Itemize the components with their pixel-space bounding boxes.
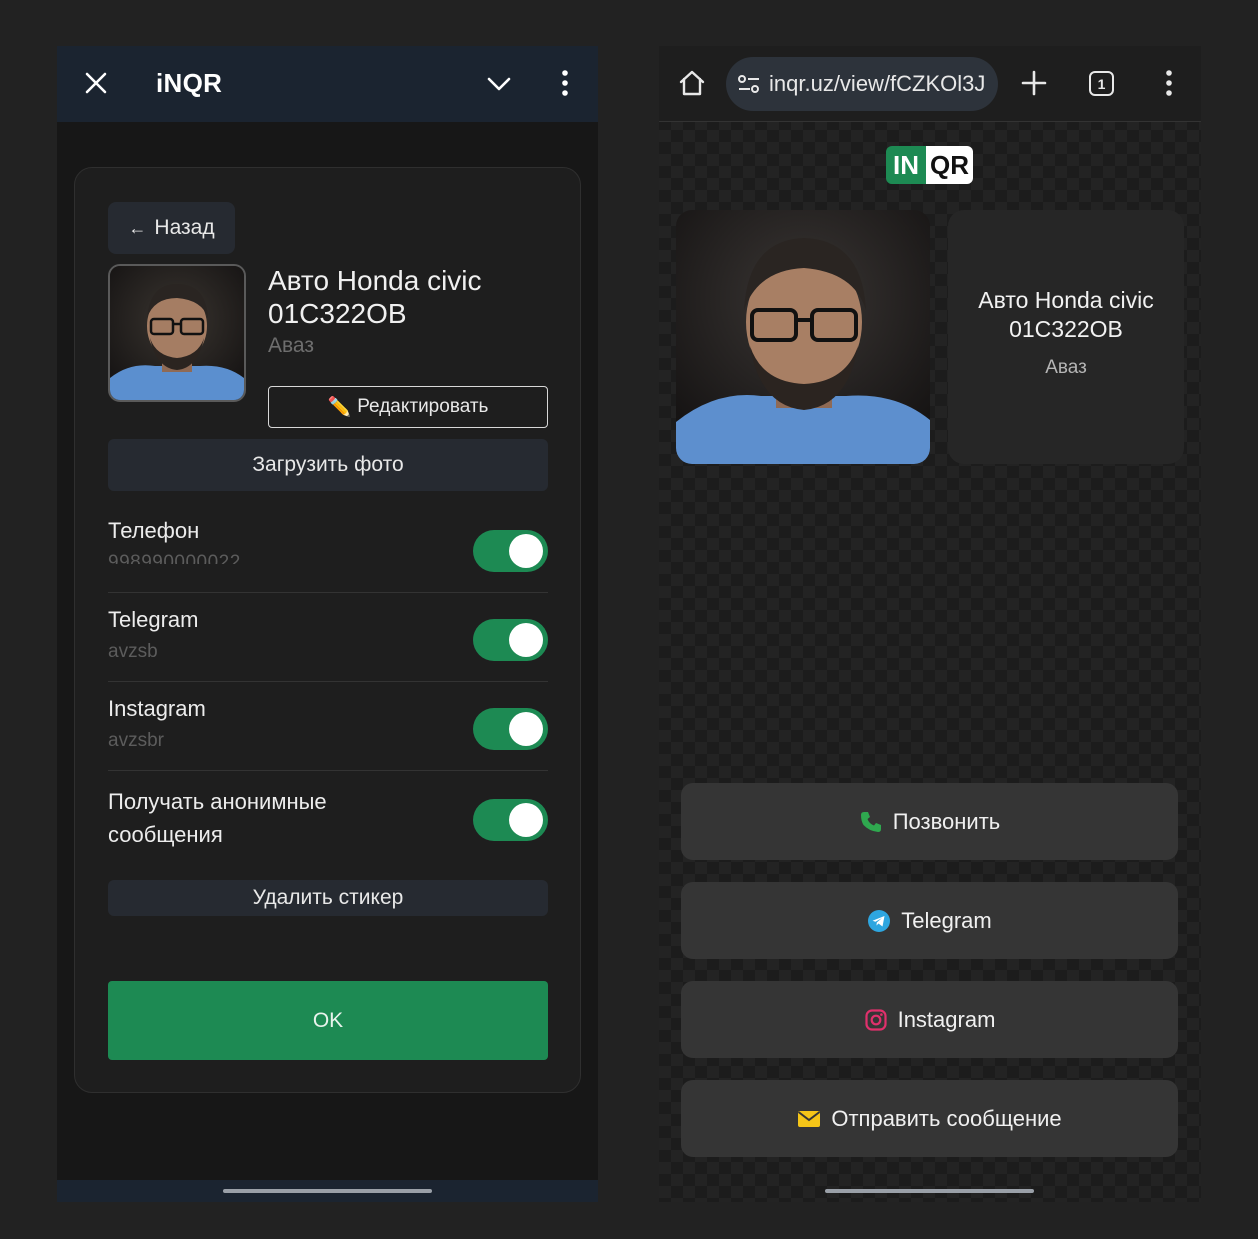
setting-value: 998990000022	[108, 552, 241, 564]
tune-icon[interactable]	[737, 73, 761, 95]
upload-photo-button[interactable]: Загрузить фото	[108, 439, 548, 491]
toggle-knob	[509, 623, 543, 657]
logo-part-qr: QR	[926, 146, 973, 184]
setting-label: Instagram	[108, 696, 206, 721]
profile-owner: Аваз	[1045, 357, 1087, 378]
instagram-icon	[864, 1008, 888, 1032]
edit-button[interactable]: ✏️ Редактировать	[268, 386, 548, 428]
back-label: Назад	[154, 216, 215, 239]
url-text: inqr.uz/view/fCZKOl3J	[769, 71, 986, 96]
action-label: Отправить сообщение	[831, 1105, 1062, 1131]
setting-row-phone: Телефон 998990000022	[108, 504, 548, 593]
app-title: iNQR	[156, 68, 223, 98]
call-button[interactable]: Позвонить	[681, 783, 1178, 860]
sticker-title: Авто Honda civic 01C322OB	[268, 265, 482, 329]
browser-screen-public-view: inqr.uz/view/fCZKOl3J 1 IN QR Авто Honda…	[659, 46, 1201, 1202]
toggle-knob	[509, 803, 543, 837]
setting-value: avzsbr	[108, 730, 164, 751]
back-button[interactable]: ← Назад	[108, 202, 235, 254]
telegram-icon	[867, 909, 891, 933]
setting-row-instagram: Instagram avzsbr	[108, 682, 548, 771]
anonymous-messages-toggle[interactable]	[473, 799, 548, 841]
sticker-owner: Аваз	[268, 334, 314, 357]
profile-info-card: Авто Honda civic 01C322OB Аваз	[948, 210, 1184, 464]
browser-toolbar: inqr.uz/view/fCZKOl3J 1	[659, 46, 1201, 122]
action-label: Telegram	[901, 907, 992, 933]
sticker-editor-card: ← Назад Авто Honda civic 01C322OB Аваз ✏…	[74, 167, 581, 1093]
setting-label: Получать анонимные сообщения	[108, 789, 327, 847]
setting-row-anonymous: Получать анонимные сообщения	[108, 771, 548, 866]
action-label: Instagram	[897, 1006, 996, 1032]
profile-photo	[676, 210, 930, 464]
home-indicator[interactable]	[223, 1189, 432, 1193]
telegram-button[interactable]: Telegram	[681, 882, 1178, 959]
phone-icon	[859, 810, 883, 834]
tab-switcher-button[interactable]: 1	[1089, 71, 1114, 96]
home-icon[interactable]	[677, 68, 707, 98]
toggle-knob	[509, 534, 543, 568]
home-indicator[interactable]	[825, 1189, 1034, 1193]
close-icon[interactable]	[81, 68, 111, 98]
inqr-logo: IN QR	[886, 146, 973, 184]
pencil-icon: ✏️	[327, 397, 352, 418]
setting-value: avzsb	[108, 641, 158, 662]
toggle-knob	[509, 712, 543, 746]
setting-label: Телефон	[108, 518, 200, 543]
telegram-toggle[interactable]	[473, 619, 548, 661]
back-arrow-icon: ←	[128, 217, 147, 238]
instagram-toggle[interactable]	[473, 708, 548, 750]
more-vert-icon[interactable]	[555, 68, 575, 98]
action-label: Позвонить	[892, 808, 1001, 834]
chevron-down-icon[interactable]	[485, 70, 513, 98]
app-screen-editor: iNQR ← Назад Авто Honda civic 01C322OB А…	[57, 46, 598, 1202]
edit-label: Редактировать	[357, 396, 489, 417]
delete-sticker-button[interactable]: Удалить стикер	[108, 880, 548, 916]
instagram-button[interactable]: Instagram	[681, 981, 1178, 1058]
phone-toggle[interactable]	[473, 530, 548, 572]
plus-icon[interactable]	[1019, 68, 1049, 98]
send-message-button[interactable]: Отправить сообщение	[681, 1080, 1178, 1157]
profile-title: Авто Honda civic 01C322OB	[978, 287, 1154, 342]
logo-part-in: IN	[886, 146, 926, 184]
envelope-icon	[797, 1107, 821, 1131]
more-vert-icon[interactable]	[1159, 68, 1179, 98]
setting-row-telegram: Telegram avzsb	[108, 593, 548, 682]
sticker-photo	[108, 264, 246, 402]
app-bar: iNQR	[57, 46, 598, 122]
address-bar[interactable]: inqr.uz/view/fCZKOl3J	[726, 57, 998, 111]
ok-button[interactable]: OK	[108, 981, 548, 1060]
setting-label: Telegram	[108, 607, 199, 632]
